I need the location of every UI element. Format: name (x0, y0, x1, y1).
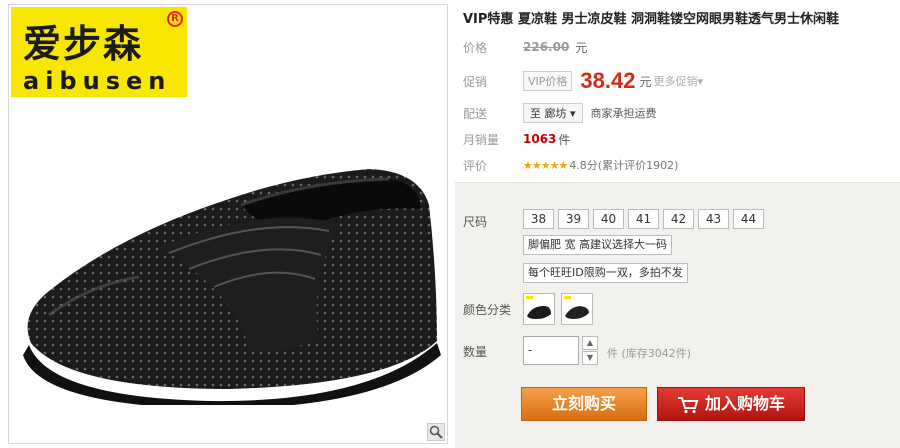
quantity-label: 数量 (463, 345, 488, 359)
destination-select[interactable]: 至 廊坊 ▾ (523, 103, 583, 123)
brand-logo: 爱步森 R aibusen (11, 7, 187, 97)
price-label: 价格 (463, 40, 488, 55)
promo-label: 促销 (463, 74, 488, 89)
size-option[interactable]: 40 (593, 209, 624, 229)
size-option[interactable]: 38 (523, 209, 554, 229)
sales-count: 1063 (523, 132, 557, 146)
brand-logo-cn: 爱步森 (23, 21, 144, 66)
sales-label: 月销量 (463, 132, 500, 147)
shipping-row: 配送 至 廊坊 ▾ 商家承担运费 (463, 102, 657, 124)
color-label: 颜色分类 (463, 303, 512, 317)
cart-icon (677, 396, 699, 413)
quantity-input[interactable]: - (523, 336, 579, 365)
product-image-panel[interactable]: 爱步森 R aibusen (8, 4, 448, 444)
add-to-cart-button[interactable]: 加入购物车 (657, 387, 805, 421)
size-tip-option[interactable]: 脚偏肥 宽 高建议选择大一码 (523, 235, 672, 255)
registered-mark: R (167, 11, 183, 27)
add-to-cart-label: 加入购物车 (704, 394, 785, 413)
sales-unit: 件 (558, 132, 571, 147)
current-price-unit: 元 (639, 74, 652, 89)
purchase-options: 尺码 38 39 40 41 42 43 44 脚偏肥 宽 高建议选择大一码 每… (455, 182, 900, 448)
currency-unit: 元 (575, 40, 588, 55)
zoom-icon[interactable] (427, 423, 445, 441)
price-row: 价格 226.00 元 (463, 36, 587, 58)
original-price: 226.00 (523, 40, 570, 54)
rating-row: 评价 ★★★★★ 4.8分(累计评价1902) (463, 154, 678, 176)
shipping-note: 商家承担运费 (590, 107, 657, 120)
size-label: 尺码 (463, 215, 488, 229)
color-swatch[interactable] (523, 293, 555, 325)
shoe-image (23, 169, 441, 405)
promo-row: 促销 VIP价格 38.42 元 更多促销▾ (463, 68, 703, 93)
product-info: VIP特惠 夏凉鞋 男士凉皮鞋 洞洞鞋镂空网眼男鞋透气男士休闲鞋 价格 226.… (455, 0, 900, 448)
current-price: 38.42 (580, 68, 636, 93)
size-option[interactable]: 44 (733, 209, 764, 229)
size-option[interactable]: 43 (698, 209, 729, 229)
product-title: VIP特惠 夏凉鞋 男士凉皮鞋 洞洞鞋镂空网眼男鞋透气男士休闲鞋 (463, 12, 840, 27)
purchase-limit-option[interactable]: 每个旺旺ID限购一双，多拍不发 (523, 263, 688, 283)
more-promos-link[interactable]: 更多促销▾ (653, 73, 703, 89)
size-option[interactable]: 42 (663, 209, 694, 229)
buy-now-button[interactable]: 立刻购买 (521, 387, 647, 421)
stock-text: 件 (库存3042件) (607, 347, 692, 360)
size-selector: 38 39 40 41 42 43 44 (523, 209, 764, 229)
rating-label: 评价 (463, 158, 488, 173)
shipping-label: 配送 (463, 106, 488, 121)
quantity-increase-button[interactable]: ▲ (582, 336, 598, 350)
color-swatch[interactable] (561, 293, 593, 325)
quantity-decrease-button[interactable]: ▼ (582, 351, 598, 365)
brand-logo-en: aibusen (23, 67, 172, 95)
rating-text[interactable]: 4.8分(累计评价1902) (569, 157, 678, 173)
sales-row: 月销量 1063 件 (463, 128, 570, 150)
vip-price-tag: VIP价格 (523, 71, 573, 91)
size-option[interactable]: 39 (558, 209, 589, 229)
size-option[interactable]: 41 (628, 209, 659, 229)
rating-stars-icon: ★★★★★ (523, 158, 568, 172)
